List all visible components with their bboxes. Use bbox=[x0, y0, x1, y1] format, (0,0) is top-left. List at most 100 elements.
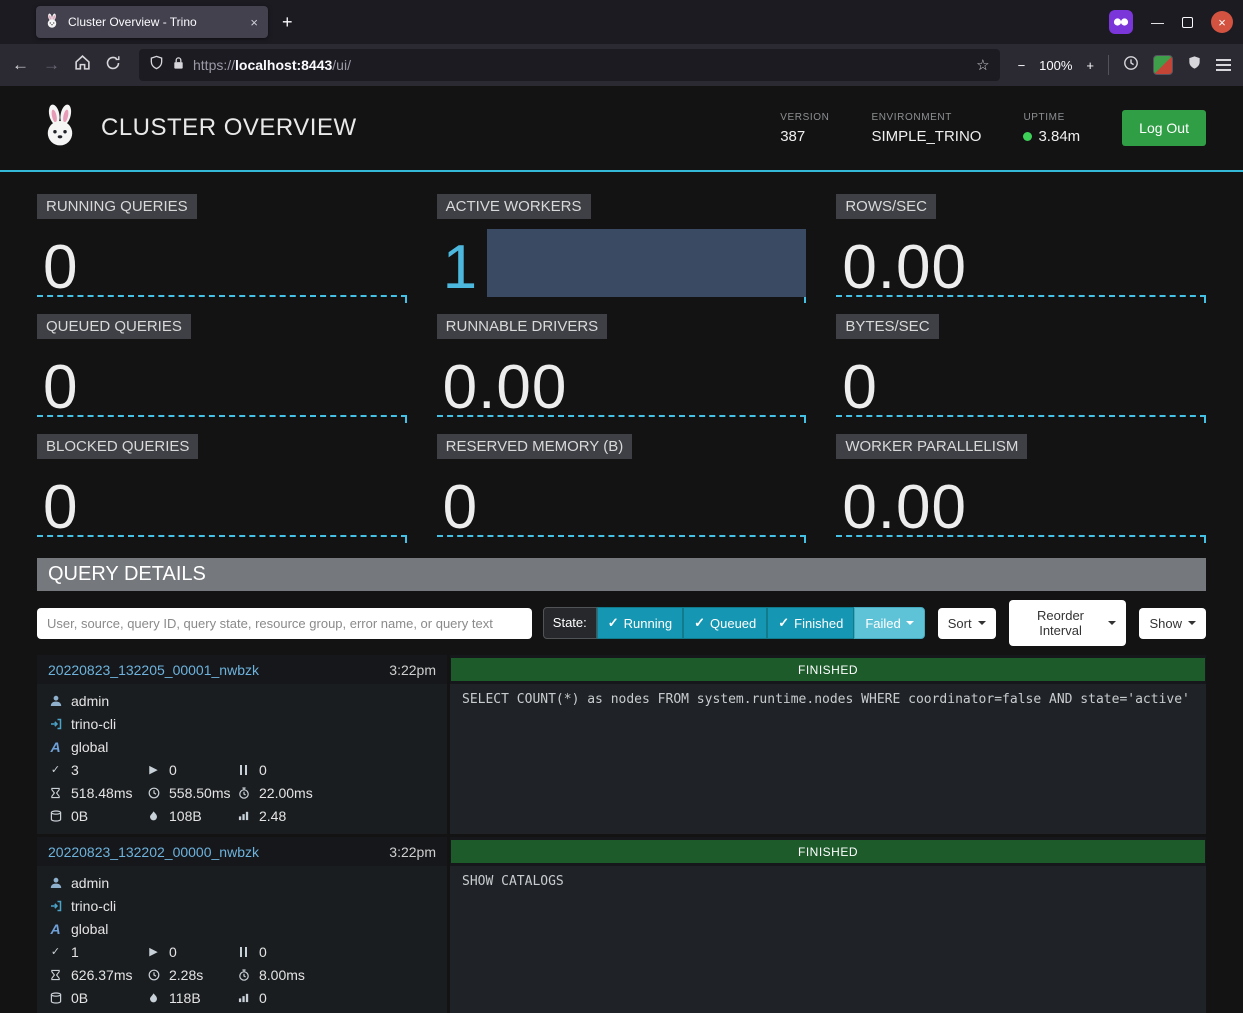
new-tab-button[interactable]: + bbox=[282, 12, 293, 33]
browser-navigation-bar: ← → https://localhost:8443/ui/ ☆ − 100% … bbox=[0, 44, 1243, 86]
running-splits-play-icon: ▶ bbox=[146, 763, 161, 776]
stat-tile-blocked-queries: BLOCKED QUERIES 0 bbox=[37, 434, 407, 554]
sparkline bbox=[37, 415, 407, 417]
query-details-title: QUERY DETAILS bbox=[37, 558, 1206, 591]
url-text: https://localhost:8443/ui/ bbox=[193, 57, 351, 73]
extension-mask-icon[interactable] bbox=[1109, 10, 1133, 34]
check-icon: ✓ bbox=[694, 615, 705, 631]
forward-button[interactable]: → bbox=[43, 55, 60, 75]
elapsed-time-clock-icon bbox=[146, 787, 161, 799]
queued-splits-pause-icon bbox=[236, 765, 251, 775]
cpu-time-stopwatch-icon bbox=[236, 787, 251, 799]
query-id-link[interactable]: 20220823_132202_00000_nwbzk bbox=[48, 844, 259, 860]
query-card: 20220823_132202_00000_nwbzk 3:22pm FINIS… bbox=[37, 837, 1206, 1013]
query-source-row: trino-cli bbox=[48, 894, 436, 917]
sparkline bbox=[37, 535, 407, 537]
query-filter-toolbar: State: ✓ Running ✓ Queued ✓ Finished Fai… bbox=[37, 600, 1206, 646]
sparkline bbox=[37, 295, 407, 297]
sparkline-fill bbox=[487, 229, 807, 297]
query-times-row: 626.37ms 2.28s 8.00ms bbox=[48, 963, 436, 986]
window-restore-button[interactable] bbox=[1182, 17, 1193, 28]
sort-dropdown[interactable]: Sort bbox=[938, 608, 996, 639]
filter-running-button[interactable]: ✓ Running bbox=[597, 607, 683, 639]
query-sql-text: SHOW CATALOGS bbox=[450, 866, 1206, 1013]
query-splits-row: ✓3 ▶0 0 bbox=[48, 758, 436, 781]
stat-tile-runnable-drivers: RUNNABLE DRIVERS 0.00 bbox=[437, 314, 807, 434]
source-sign-in-icon bbox=[48, 900, 63, 912]
home-icon[interactable] bbox=[74, 54, 91, 76]
stat-tile-reserved-memory: RESERVED MEMORY (B) 0 bbox=[437, 434, 807, 554]
current-memory-database-icon bbox=[48, 992, 63, 1004]
protections-shield-icon[interactable] bbox=[1187, 55, 1202, 75]
query-status-badge: FINISHED bbox=[451, 840, 1205, 863]
filter-queued-button[interactable]: ✓ Queued bbox=[683, 607, 767, 639]
extension-icon[interactable] bbox=[1153, 55, 1173, 75]
check-icon: ✓ bbox=[778, 615, 789, 631]
query-id-link[interactable]: 20220823_132205_00001_nwbzk bbox=[48, 662, 259, 678]
chevron-down-icon bbox=[1108, 621, 1116, 625]
cumulative-memory-flame-icon bbox=[146, 992, 161, 1004]
cpu-time-stopwatch-icon bbox=[236, 969, 251, 981]
menu-hamburger-icon[interactable] bbox=[1216, 59, 1231, 71]
parallelism-chart-icon bbox=[236, 992, 251, 1003]
sparkline bbox=[437, 535, 807, 537]
parallelism-chart-icon bbox=[236, 810, 251, 821]
show-dropdown[interactable]: Show bbox=[1139, 608, 1206, 639]
logout-button[interactable]: Log Out bbox=[1122, 110, 1206, 146]
elapsed-time-clock-icon bbox=[146, 969, 161, 981]
bookmark-star-icon[interactable]: ☆ bbox=[976, 56, 989, 74]
filter-finished-button[interactable]: ✓ Finished bbox=[767, 607, 854, 639]
sparkline bbox=[836, 415, 1206, 417]
reload-icon[interactable] bbox=[105, 55, 121, 76]
query-time: 3:22pm bbox=[389, 662, 436, 678]
query-splits-row: ✓1 ▶0 0 bbox=[48, 940, 436, 963]
completed-splits-check-icon: ✓ bbox=[48, 945, 63, 958]
reorder-interval-dropdown[interactable]: Reorder Interval bbox=[1009, 600, 1127, 646]
source-sign-in-icon bbox=[48, 718, 63, 730]
environment-info: ENVIRONMENT SIMPLE_TRINO bbox=[871, 112, 981, 145]
query-user-row: admin bbox=[48, 871, 436, 894]
query-source-row: trino-cli bbox=[48, 712, 436, 735]
query-resource-group-row: A global bbox=[48, 917, 436, 940]
lock-icon[interactable] bbox=[172, 56, 185, 75]
query-sql-text: SELECT COUNT(*) as nodes FROM system.run… bbox=[450, 684, 1206, 834]
query-stats-panel: admin trino-cli A global ✓1 ▶0 0 626.37m… bbox=[37, 866, 447, 1013]
zoom-out-button[interactable]: − bbox=[1018, 58, 1026, 73]
query-card-header: 20220823_132202_00000_nwbzk 3:22pm bbox=[37, 837, 447, 866]
zoom-in-button[interactable]: + bbox=[1086, 58, 1094, 73]
toolbar-divider bbox=[1108, 55, 1109, 75]
query-details-section: QUERY DETAILS State: ✓ Running ✓ Queued … bbox=[37, 558, 1206, 1013]
history-clock-icon[interactable] bbox=[1123, 55, 1139, 76]
state-filter-label: State: bbox=[543, 607, 597, 639]
stat-tile-worker-parallelism: WORKER PARALLELISM 0.00 bbox=[836, 434, 1206, 554]
url-bar[interactable]: https://localhost:8443/ui/ ☆ bbox=[139, 49, 1000, 81]
window-close-button[interactable]: × bbox=[1211, 11, 1233, 33]
browser-tab[interactable]: Cluster Overview - Trino × bbox=[36, 6, 268, 38]
query-status-badge: FINISHED bbox=[451, 658, 1205, 681]
browser-tab-bar: Cluster Overview - Trino × + — × bbox=[0, 0, 1243, 44]
zoom-level[interactable]: 100% bbox=[1039, 58, 1072, 73]
cumulative-memory-flame-icon bbox=[146, 810, 161, 822]
stat-tile-queued-queries: QUEUED QUERIES 0 bbox=[37, 314, 407, 434]
tab-close-icon[interactable]: × bbox=[248, 15, 260, 30]
query-stats-panel: admin trino-cli A global ✓3 ▶0 0 518.48m… bbox=[37, 684, 447, 834]
query-memory-row: 0B 118B 0 bbox=[48, 986, 436, 1009]
trino-bunny-logo bbox=[37, 103, 83, 154]
queued-splits-pause-icon bbox=[236, 947, 251, 957]
wall-time-hourglass-icon bbox=[48, 969, 63, 981]
wall-time-hourglass-icon bbox=[48, 787, 63, 799]
query-card-header: 20220823_132205_00001_nwbzk 3:22pm bbox=[37, 655, 447, 684]
query-search-input[interactable] bbox=[37, 608, 532, 639]
tracking-shield-icon[interactable] bbox=[149, 55, 164, 75]
filter-failed-dropdown[interactable]: Failed bbox=[854, 607, 924, 639]
completed-splits-check-icon: ✓ bbox=[48, 763, 63, 776]
uptime-info: UPTIME 3.84m bbox=[1023, 112, 1080, 145]
query-resource-group-row: A global bbox=[48, 735, 436, 758]
stat-tile-rows-sec: ROWS/SEC 0.00 bbox=[836, 194, 1206, 314]
check-icon: ✓ bbox=[608, 615, 619, 631]
chevron-down-icon bbox=[1188, 621, 1196, 625]
stat-tile-active-workers: ACTIVE WORKERS 1 bbox=[437, 194, 807, 314]
cluster-stats-grid: RUNNING QUERIES 0 ACTIVE WORKERS 1 ROWS/… bbox=[37, 194, 1206, 554]
window-minimize-button[interactable]: — bbox=[1151, 15, 1164, 30]
back-button[interactable]: ← bbox=[12, 55, 29, 75]
